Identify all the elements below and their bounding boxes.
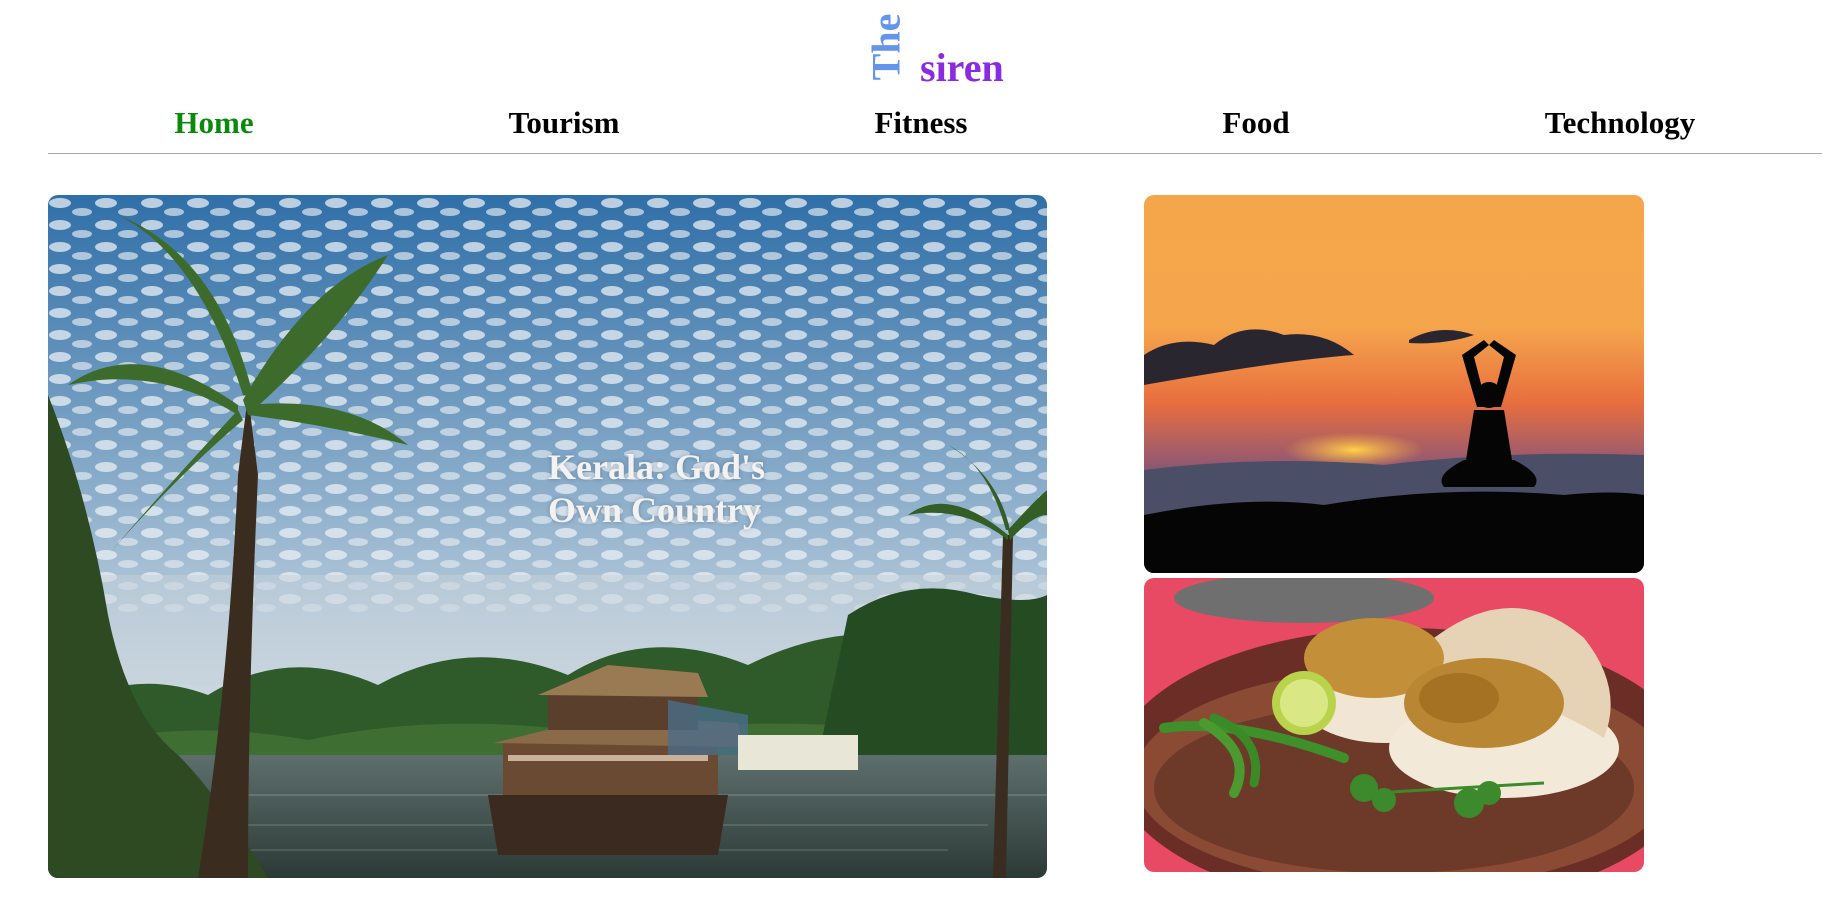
kerala-backwaters-image [48, 195, 1047, 878]
logo-siren: siren [920, 45, 1004, 90]
logo-the: The [863, 13, 909, 81]
nav-tourism[interactable]: Tourism [509, 98, 620, 148]
nav-food[interactable]: Food [1222, 98, 1289, 148]
nav-fitness[interactable]: Fitness [875, 98, 968, 148]
vada-pav-image [1144, 578, 1644, 872]
featured-caption[interactable]: Kerala: God's Own Country [548, 446, 808, 532]
site-logo[interactable]: The siren [0, 0, 1838, 90]
nav-home[interactable]: Home [174, 98, 253, 148]
card-food[interactable] [1144, 578, 1644, 872]
card-yoga[interactable] [1144, 195, 1644, 573]
yoga-sunset-image [1144, 195, 1644, 573]
nav-technology[interactable]: Technology [1545, 98, 1695, 148]
nav-divider [48, 153, 1822, 154]
featured-card-kerala[interactable]: Kerala: God's Own Country [48, 195, 1047, 878]
main-nav: Home Tourism Fitness Food Technology [0, 98, 1838, 148]
